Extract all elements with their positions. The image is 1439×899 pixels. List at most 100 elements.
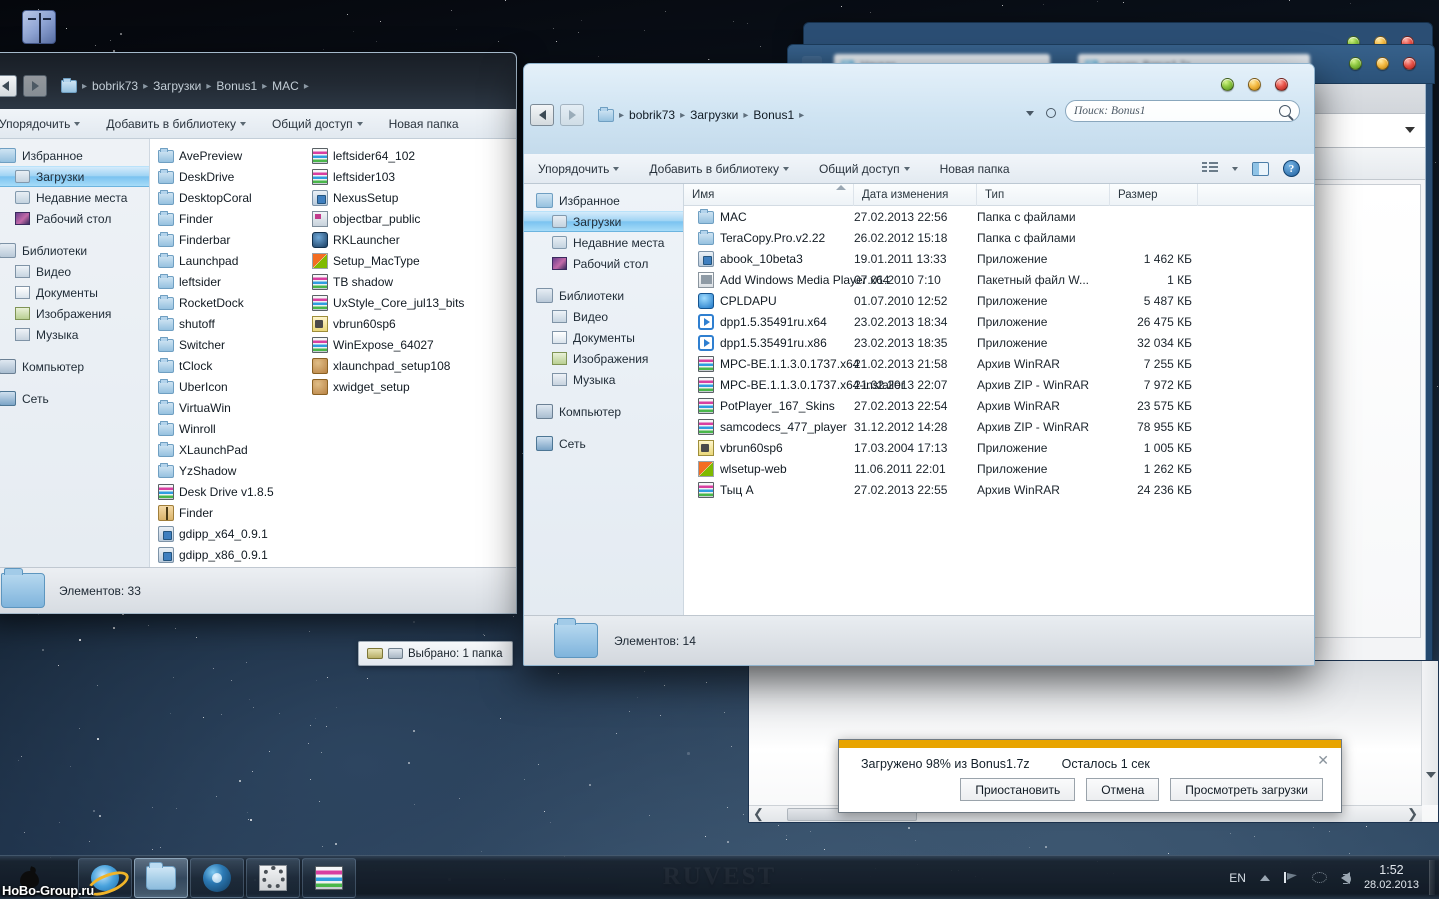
breadcrumb-item[interactable]: Загрузки (153, 79, 201, 93)
window-controls[interactable] (1221, 78, 1288, 91)
nav-group-3[interactable]: Сеть (0, 388, 149, 409)
share-button[interactable]: Общий доступ (272, 117, 363, 131)
list-item[interactable]: leftsider103 (312, 166, 464, 187)
table-row[interactable]: CPLDAPU 01.07.2010 12:52 Приложение 5 487 К… (684, 290, 1314, 311)
sidebar-item-2[interactable]: Рабочий стол (524, 253, 683, 274)
close-button[interactable] (1275, 78, 1288, 91)
scroll-left-icon[interactable]: ❮ (753, 806, 764, 822)
taskbar[interactable]: HoBo-Group.ru EN 1:52 28.02.2013 (0, 855, 1439, 899)
system-tray[interactable]: EN 1:52 28.02.2013 (1229, 863, 1439, 892)
sidebar-item-1[interactable]: Документы (0, 282, 149, 303)
table-row[interactable]: vbrun60sp6 17.03.2004 17:13 Приложение 1 00… (684, 437, 1314, 458)
background-explorer-titlebar[interactable]: ▸ bobrik73 ▸ Загрузки ▸ Bonus1 ▸ MAC ▸ (0, 53, 516, 109)
sidebar-item-3[interactable]: Музыка (0, 324, 149, 345)
table-row[interactable]: samcodecs_477_player 31.12.2012 14:28 Архи… (684, 416, 1314, 437)
download-notification-bar[interactable]: Загружено 98% из Bonus1.7z Осталось 1 се… (838, 739, 1342, 813)
list-item[interactable]: tClock (158, 355, 300, 376)
taskbar-item-winrar[interactable] (302, 857, 356, 898)
list-item[interactable]: Finder (158, 208, 300, 229)
nav-group-0[interactable]: Избранное (0, 145, 149, 166)
table-row[interactable]: wlsetup-web 11.06.2011 22:01 Приложение 1 2… (684, 458, 1314, 479)
taskbar-item-control-panel[interactable] (246, 857, 300, 898)
nav-group-2[interactable]: Компьютер (0, 356, 149, 377)
front-explorer-window[interactable]: ▸ bobrik73 ▸ Загрузки ▸ Bonus1 ▸ Поиск: … (523, 63, 1315, 666)
forward-button[interactable] (23, 75, 47, 97)
background-file-list[interactable]: AvePreview DeskDrive DesktopCoral Finder Fin… (150, 139, 516, 567)
breadcrumb-item[interactable]: MAC (272, 79, 299, 93)
maximize-button[interactable] (1376, 57, 1389, 70)
pause-button[interactable]: Приостановить (960, 778, 1076, 801)
breadcrumb-item[interactable]: bobrik73 (92, 79, 138, 93)
column-header-date[interactable]: Дата изменения (854, 183, 977, 206)
list-item[interactable]: gdipp_x86_0.9.1 (158, 544, 300, 565)
close-icon[interactable]: ✕ (1317, 752, 1329, 769)
sidebar-item-2[interactable]: Рабочий стол (0, 208, 149, 229)
language-indicator[interactable]: EN (1229, 871, 1246, 885)
table-row[interactable]: MPC-BE.1.1.3.0.1737.x64 21.02.2013 21:58 А… (684, 353, 1314, 374)
background-explorer-toolbar[interactable]: Упорядочить Добавить в библиотеку Общий … (0, 109, 516, 139)
list-item[interactable]: Winroll (158, 418, 300, 439)
view-downloads-button[interactable]: Просмотреть загрузки (1170, 778, 1323, 801)
list-item[interactable]: shutoff (158, 313, 300, 334)
sidebar-item-1[interactable]: Документы (524, 327, 683, 348)
front-explorer-toolbar[interactable]: Упорядочить Добавить в библиотеку Общий … (524, 154, 1314, 184)
list-item[interactable]: xwidget_setup (312, 376, 464, 397)
sidebar-item-2[interactable]: Изображения (524, 348, 683, 369)
add-to-library-button[interactable]: Добавить в библиотеку (649, 162, 789, 176)
chevron-down-icon[interactable] (1232, 166, 1238, 171)
list-item[interactable]: gdipp_x64_0.9.1 (158, 523, 300, 544)
breadcrumb-item[interactable]: Bonus1 (216, 79, 257, 93)
table-row[interactable]: MAC 27.02.2013 22:56 Папка с файлами (684, 206, 1314, 227)
list-item[interactable]: Finder (158, 502, 300, 523)
list-item[interactable]: UxStyle_Core_jul13_bits (312, 292, 464, 313)
preview-pane-icon[interactable] (1252, 161, 1269, 176)
list-item[interactable]: Setup_MacType (312, 250, 464, 271)
address-bar-extras[interactable] (1026, 108, 1056, 118)
breadcrumb[interactable]: ▸ bobrik73 ▸ Загрузки ▸ Bonus1 ▸ MAC ▸ (61, 77, 309, 93)
new-folder-button[interactable]: Новая папка (940, 162, 1010, 176)
show-desktop-button[interactable] (1429, 860, 1435, 895)
breadcrumb-item[interactable]: Bonus1 (753, 108, 794, 122)
sidebar-item-3[interactable]: Музыка (524, 369, 683, 390)
column-header-name[interactable]: Имя (684, 183, 854, 206)
column-header-size[interactable]: Размер (1110, 183, 1198, 206)
nav-group-0[interactable]: Избранное (524, 190, 683, 211)
list-item[interactable]: leftsider (158, 271, 300, 292)
list-item[interactable]: XLaunchPad (158, 439, 300, 460)
sidebar-item-0[interactable]: Видео (524, 306, 683, 327)
organize-button[interactable]: Упорядочить (538, 162, 620, 176)
desktop-icon-finder[interactable] (22, 10, 58, 52)
list-item[interactable]: Desk Drive v1.8.5 (158, 481, 300, 502)
back-button[interactable] (0, 75, 17, 97)
network-icon[interactable] (1311, 872, 1327, 883)
list-item[interactable]: RKLauncher (312, 229, 464, 250)
nav-group-1[interactable]: Библиотеки (0, 240, 149, 261)
cancel-button[interactable]: Отмена (1086, 778, 1160, 801)
search-input[interactable]: Поиск: Bonus1 (1065, 100, 1300, 122)
list-item[interactable]: TB shadow (312, 271, 464, 292)
vertical-scrollbar[interactable] (1421, 661, 1438, 805)
list-item[interactable]: DesktopCoral (158, 187, 300, 208)
list-item[interactable]: AvePreview (158, 145, 300, 166)
breadcrumb-item[interactable]: Загрузки (690, 108, 738, 122)
table-row[interactable]: Add Windows Media Player x64 07.01.2010 7… (684, 269, 1314, 290)
nav-group-1[interactable]: Библиотеки (524, 285, 683, 306)
search-box-wrapper[interactable]: Поиск: Bonus1 (1065, 100, 1300, 122)
nav-group-2[interactable]: Компьютер (524, 401, 683, 422)
minimize-button[interactable] (1221, 78, 1234, 91)
list-item[interactable]: NexusSetup (312, 187, 464, 208)
column-headers[interactable]: Имя Дата изменения Тип Размер (684, 183, 1314, 206)
action-center-icon[interactable] (1283, 872, 1298, 883)
table-row[interactable]: dpp1.5.35491ru.x86 23.02.2013 18:35 Прилож… (684, 332, 1314, 353)
share-button[interactable]: Общий доступ (819, 162, 910, 176)
list-item[interactable]: vbrun60sp6 (312, 313, 464, 334)
scroll-right-icon[interactable]: ❯ (1407, 806, 1418, 822)
sidebar-item-1[interactable]: Недавние места (0, 187, 149, 208)
table-row[interactable]: PotPlayer_167_Skins 27.02.2013 22:54 Архив… (684, 395, 1314, 416)
minimize-button[interactable] (1349, 57, 1362, 70)
breadcrumb[interactable]: ▸ bobrik73 ▸ Загрузки ▸ Bonus1 ▸ (598, 106, 804, 122)
sidebar-item-1[interactable]: Недавние места (524, 232, 683, 253)
back-button[interactable] (530, 104, 554, 126)
table-row[interactable]: Тыц А 27.02.2013 22:55 Архив WinRAR 24 236 … (684, 479, 1314, 500)
volume-icon[interactable] (1340, 871, 1351, 884)
